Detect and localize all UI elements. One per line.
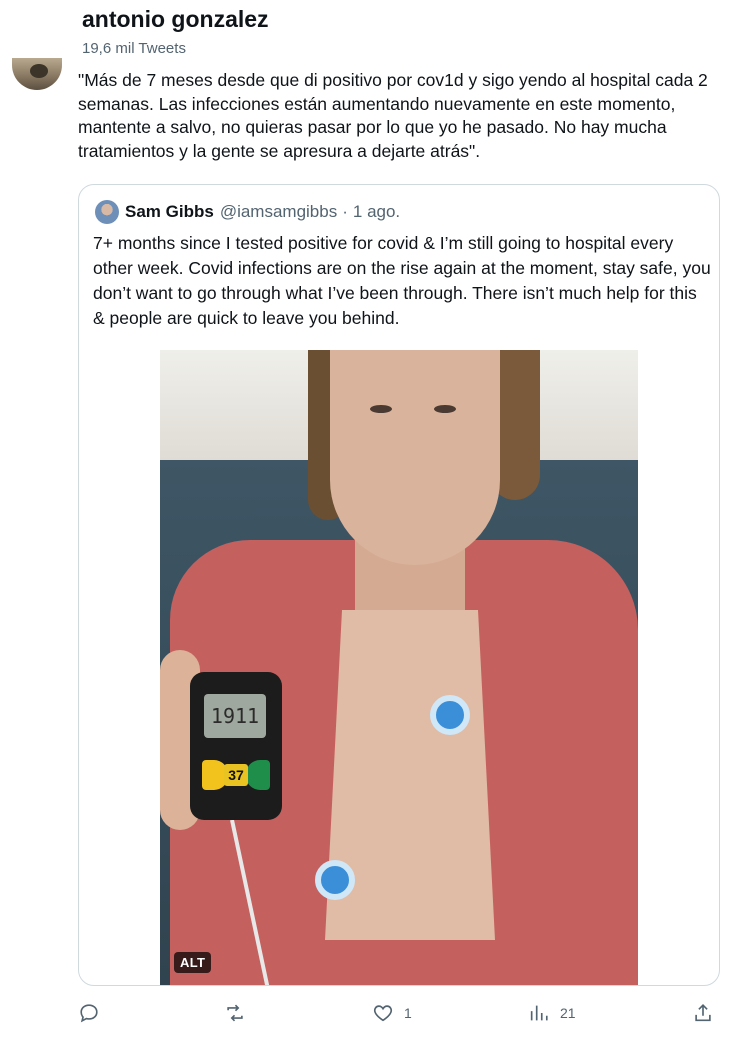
views-count: 21 bbox=[560, 1005, 576, 1021]
display-name[interactable]: antonio gonzalez bbox=[82, 4, 269, 34]
quoted-author-handle[interactable]: @iamsamgibbs bbox=[220, 202, 337, 222]
retweet-icon bbox=[227, 1004, 243, 1022]
quoted-author-name[interactable]: Sam Gibbs bbox=[125, 202, 214, 222]
views-icon bbox=[530, 1005, 548, 1021]
separator-dot: · bbox=[342, 202, 348, 221]
retweet-button[interactable] bbox=[224, 1002, 256, 1024]
avatar[interactable] bbox=[12, 58, 62, 90]
share-icon bbox=[695, 1004, 711, 1022]
tweet-count: 19,6 mil Tweets bbox=[82, 40, 186, 57]
share-button[interactable] bbox=[692, 1002, 714, 1024]
quoted-timestamp[interactable]: 1 ago. bbox=[353, 202, 400, 222]
action-bar: 1 21 bbox=[76, 1000, 726, 1030]
tweet-page: antonio gonzalez 19,6 mil Tweets "Más de… bbox=[0, 0, 744, 1048]
reply-button[interactable] bbox=[78, 1002, 110, 1024]
profile-header: antonio gonzalez 19,6 mil Tweets bbox=[82, 4, 269, 57]
quoted-tweet[interactable]: Sam Gibbs @iamsamgibbs · 1 ago. 7+ month… bbox=[78, 184, 720, 986]
tweet-text: "Más de 7 meses desde que di positivo po… bbox=[78, 70, 708, 161]
quoted-avatar[interactable] bbox=[95, 200, 119, 224]
electrode-pad bbox=[315, 860, 355, 900]
heart-icon bbox=[373, 1005, 393, 1022]
alt-badge[interactable]: ALT bbox=[174, 952, 212, 973]
reply-icon bbox=[80, 1004, 98, 1023]
device-screen: 1911 bbox=[204, 694, 266, 738]
quoted-tweet-header: Sam Gibbs @iamsamgibbs · 1 ago. bbox=[95, 200, 400, 224]
device-badge: 37 bbox=[224, 764, 248, 786]
like-count: 1 bbox=[404, 1005, 412, 1021]
heart-monitor-device: 1911 37 bbox=[190, 672, 282, 820]
electrode-pad bbox=[430, 695, 470, 735]
quoted-tweet-photo[interactable]: 1911 37 ALT bbox=[160, 350, 638, 985]
views-button[interactable]: 21 bbox=[528, 1002, 576, 1024]
quoted-tweet-text: 7+ months since I tested positive for co… bbox=[93, 233, 711, 328]
like-button[interactable]: 1 bbox=[372, 1002, 412, 1024]
